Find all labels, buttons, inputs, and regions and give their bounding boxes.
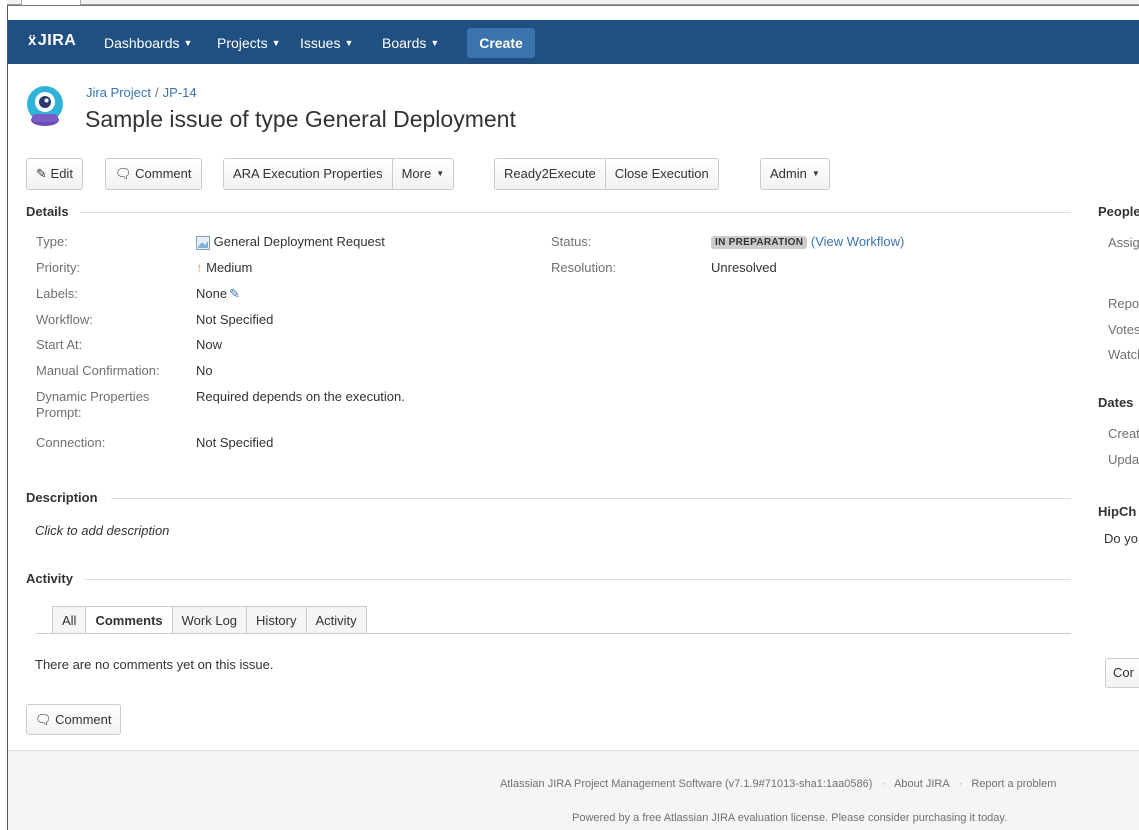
manual-confirmation-label: Manual Confirmation: [36,363,160,378]
issue-type-icon [196,235,210,250]
no-comments-message: There are no comments yet on this issue. [35,657,274,672]
workflow-label: Workflow: [36,312,93,327]
edit-button-group: ✎ Edit [26,158,83,190]
footer-links: Atlassian JIRA Project Management Softwa… [500,778,1056,790]
labels-value[interactable]: None ✎ [196,286,240,302]
close-execution-button[interactable]: Close Execution [606,159,718,189]
type-label: Type: [36,234,68,249]
start-at-value: Now [196,337,223,352]
connection-label: Connection: [36,435,106,450]
operations-button-group: ARA Execution Properties More ▼ [223,158,455,190]
footer-software-link[interactable]: Atlassian JIRA Project Management Softwa… [500,778,872,790]
chevron-down-icon: ▼ [430,38,440,48]
connection-value: Not Specified [196,435,274,450]
details-heading[interactable]: Details [26,204,69,219]
view-workflow-link[interactable]: (View Workflow) [811,234,904,249]
nav-issues[interactable]: Issues ▼ [300,35,353,51]
breadcrumb-issue-key[interactable]: JP-14 [163,85,197,100]
description-divider [111,498,1071,499]
tab-activity[interactable]: Activity [305,606,367,634]
chevron-down-icon: ▼ [183,38,193,48]
about-jira-link[interactable]: About JIRA [894,778,950,790]
admin-button-group: Admin ▼ [760,158,830,190]
footer-license: Powered by a free Atlassian JIRA evaluat… [572,812,1008,824]
nav-projects[interactable]: Projects ▼ [217,35,281,51]
tab-comments[interactable]: Comments [85,606,172,634]
breadcrumb-project[interactable]: Jira Project [86,85,151,100]
status-badge: IN PREPARATION [711,236,808,249]
jira-page: ẍJIRA Dashboards ▼ Projects ▼ Issues ▼ Boar… [7,5,1139,830]
nav-boards[interactable]: Boards ▼ [382,35,439,51]
priority-value: ↑ Medium [196,260,253,275]
workflow-value: Not Specified [196,312,274,327]
breadcrumb-separator: / [155,85,159,100]
edit-labels-pencil-icon[interactable]: ✎ [229,286,240,301]
add-comment-button[interactable]: 🗨 Comment [26,704,121,735]
hipchat-text: Do yo [1104,531,1138,546]
status-value: IN PREPARATION (View Workflow) [711,234,904,249]
jira-logo[interactable]: ẍJIRA [28,32,76,50]
resolution-label: Resolution: [551,260,617,275]
tab-history[interactable]: History [246,606,306,634]
dates-heading[interactable]: Dates [1098,395,1133,410]
comment-button[interactable]: 🗨 Comment [106,159,201,189]
priority-arrow-up-icon: ↑ [196,260,203,275]
comment-button-group: 🗨 Comment [105,158,202,190]
breadcrumb: Jira Project / JP-14 [86,85,197,100]
labels-label: Labels: [36,286,78,301]
assignee-label: Assig [1108,235,1139,250]
dynamic-properties-label: Dynamic Properties [36,389,150,404]
footer-separator: · [958,778,963,790]
page-footer: Atlassian JIRA Project Management Softwa… [8,750,1139,830]
votes-label: Votes [1108,322,1139,337]
reporter-label: Repo [1108,296,1139,311]
edit-button[interactable]: ✎ Edit [27,159,82,189]
ready2execute-button[interactable]: Ready2Execute [495,159,606,189]
manual-confirmation-value: No [196,363,213,378]
priority-label: Priority: [36,260,81,275]
activity-tabs-underline [36,633,1071,634]
watchers-label: Watch [1108,347,1139,362]
hipchat-connect-button[interactable]: Cor [1105,658,1139,688]
dynamic-properties-value: Required depends on the execution. [196,389,405,404]
resolution-value: Unresolved [711,260,777,275]
report-problem-link[interactable]: Report a problem [971,778,1056,790]
more-button[interactable]: More ▼ [393,159,454,189]
chevron-down-icon: ▼ [811,169,820,178]
pencil-icon: ✎ [36,166,47,181]
people-heading[interactable]: People [1098,204,1139,219]
activity-heading[interactable]: Activity [26,571,73,586]
type-value: General Deployment Request [196,234,385,250]
chevron-down-icon: ▼ [436,169,445,178]
description-heading[interactable]: Description [26,490,98,505]
activity-tabs: All Comments Work Log History Activity [52,606,367,634]
jira-logo-icon: ẍ [28,32,37,49]
admin-button[interactable]: Admin ▼ [761,159,829,189]
footer-separator: · [881,778,886,790]
chevron-down-icon: ▼ [344,38,354,48]
tab-all[interactable]: All [52,606,86,634]
nav-dashboards[interactable]: Dashboards ▼ [104,35,192,51]
comment-icon: 🗨 [35,712,52,727]
comment-icon: 🗨 [115,166,132,181]
issue-title[interactable]: Sample issue of type General Deployment [85,106,516,133]
tab-work-log[interactable]: Work Log [171,606,247,634]
dynamic-properties-label-cont: Prompt: [36,405,82,420]
top-navigation-bar: ẍJIRA Dashboards ▼ Projects ▼ Issues ▼ Boar… [8,20,1139,64]
project-avatar[interactable] [21,82,69,130]
chevron-down-icon: ▼ [271,38,281,48]
details-divider [80,212,1071,213]
start-at-label: Start At: [36,337,83,352]
workflow-button-group: Ready2Execute Close Execution [494,158,719,190]
hipchat-heading[interactable]: HipCh [1098,504,1136,519]
status-label: Status: [551,234,592,249]
description-placeholder[interactable]: Click to add description [35,523,169,538]
created-label: Creat [1108,426,1139,441]
create-button[interactable]: Create [467,28,535,58]
updated-label: Upda [1108,452,1139,467]
activity-divider [84,579,1071,580]
ara-execution-properties-button[interactable]: ARA Execution Properties [224,159,393,189]
